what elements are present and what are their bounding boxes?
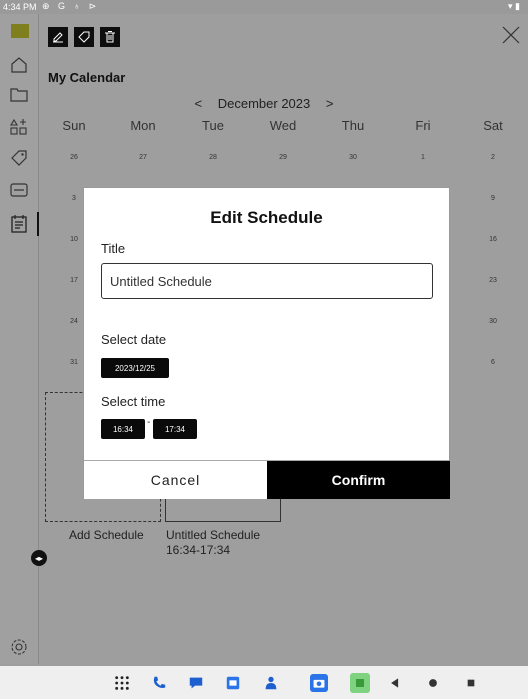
phone-icon[interactable]: [150, 674, 168, 692]
calendar-title: My Calendar: [48, 70, 126, 85]
day-cell[interactable]: 23: [478, 277, 508, 284]
day-cell[interactable]: 27: [128, 154, 158, 161]
active-app-icon[interactable]: [350, 673, 370, 693]
dialog-title: Edit Schedule: [210, 208, 323, 227]
dialog-actions: Cancel Confirm: [84, 460, 450, 499]
active-indicator: [37, 212, 39, 236]
day-cell[interactable]: 30: [478, 318, 508, 325]
event-title: Untitled Schedule: [166, 528, 261, 542]
navigation-bar: [0, 666, 528, 699]
month-navigation: < December 2023 >: [0, 96, 528, 111]
weekday-label: Sun: [62, 118, 86, 133]
trash-icon: [105, 31, 115, 43]
recents-icon[interactable]: [462, 674, 480, 692]
day-cell[interactable]: 2: [478, 154, 508, 161]
weekday-label: Fri: [415, 118, 431, 133]
edit-schedule-dialog: Edit Schedule Title Select date 2023/12/…: [83, 187, 450, 499]
collapse-toggle-icon[interactable]: ◂▸: [31, 550, 47, 566]
status-icons: ⊕ G ♁ ⊳: [42, 1, 100, 11]
tag-button[interactable]: [74, 27, 94, 47]
day-cell[interactable]: 9: [478, 195, 508, 202]
close-icon[interactable]: [500, 24, 522, 46]
messages-icon[interactable]: [187, 674, 205, 692]
status-time: 4:34 PM: [3, 2, 37, 12]
add-schedule-label[interactable]: Add Schedule: [69, 528, 144, 542]
cancel-button[interactable]: Cancel: [84, 461, 267, 499]
day-cell[interactable]: 1: [408, 154, 438, 161]
tag-icon[interactable]: [9, 148, 29, 168]
apps-add-icon[interactable]: [9, 117, 29, 137]
weekday-label: Mon: [130, 118, 156, 133]
home-icon[interactable]: [9, 55, 29, 75]
time-label: Select time: [101, 394, 166, 409]
day-cell[interactable]: 30: [338, 154, 368, 161]
day-cell[interactable]: 6: [478, 359, 508, 366]
weekday-label: Tue: [202, 118, 224, 133]
tag-icon: [78, 31, 90, 43]
next-month-button[interactable]: >: [326, 96, 334, 111]
delete-button[interactable]: [100, 27, 120, 47]
day-cell[interactable]: 16: [478, 236, 508, 243]
event-label[interactable]: Untitled Schedule 16:34-17:34: [166, 528, 260, 558]
day-cell[interactable]: 29: [268, 154, 298, 161]
calendar-app-icon[interactable]: [224, 674, 242, 692]
weekday-label: Thu: [341, 118, 365, 133]
month-label: December 2023: [217, 96, 311, 111]
day-cell[interactable]: 28: [198, 154, 228, 161]
contacts-icon[interactable]: [262, 674, 280, 692]
pencil-icon: [53, 32, 63, 43]
event-time: 16:34-17:34: [166, 543, 231, 557]
app-drawer-icon[interactable]: [113, 674, 131, 692]
back-icon[interactable]: [386, 674, 404, 692]
app-logo-icon[interactable]: [11, 24, 29, 38]
day-cell[interactable]: 26: [59, 154, 89, 161]
weekday-label: Sat: [483, 118, 503, 133]
camera-icon[interactable]: [310, 674, 328, 692]
confirm-button[interactable]: Confirm: [267, 461, 450, 499]
sidebar: [0, 14, 39, 664]
date-label: Select date: [101, 332, 167, 347]
status-bar: 4:34 PM ⊕ G ♁ ⊳ ▾ ▮: [0, 0, 528, 14]
status-right-icons: ▾ ▮: [508, 1, 520, 11]
title-input[interactable]: [101, 263, 433, 299]
edit-button[interactable]: [48, 27, 68, 47]
book-icon[interactable]: [9, 180, 29, 200]
date-picker-button[interactable]: 2023/12/25: [101, 358, 169, 378]
end-time-button[interactable]: 17:34: [153, 419, 197, 439]
calendar-notes-icon[interactable]: [9, 214, 29, 234]
start-time-button[interactable]: 16:34: [101, 419, 145, 439]
settings-icon[interactable]: [9, 637, 29, 657]
title-label: Title: [101, 241, 126, 256]
weekday-label: Wed: [269, 118, 297, 133]
time-separator: -: [147, 417, 151, 428]
home-button-icon[interactable]: [424, 674, 442, 692]
prev-month-button[interactable]: <: [195, 96, 203, 111]
